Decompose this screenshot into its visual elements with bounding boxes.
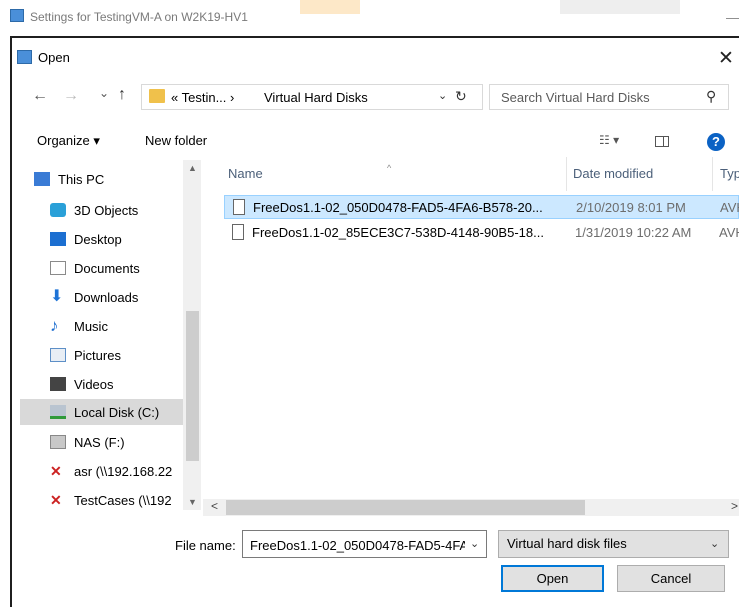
address-dropdown-icon[interactable]: ⌄ [438,89,447,102]
pictures-icon [50,348,66,362]
desktop-icon [50,232,66,246]
download-icon: ⬇ [50,288,64,305]
nav-item-testcases[interactable]: ✕ TestCases (\\192 [50,487,200,513]
settings-app-icon [10,9,24,22]
nav-label: Pictures [74,347,121,363]
column-header-name[interactable]: Name [228,166,263,181]
file-name: FreeDos1.1-02_85ECE3C7-538D-4148-90B5-18… [252,225,544,240]
refresh-button[interactable]: ↻ [455,88,467,105]
organize-button[interactable]: Organize ▾ [37,133,100,149]
file-row[interactable]: FreeDos1.1-02_050D0478-FAD5-4FA6-B578-20… [224,195,739,219]
back-button[interactable]: ← [32,87,48,105]
nav-label: TestCases (\\192 [74,492,172,508]
help-icon[interactable]: ? [707,133,725,151]
cube-icon [50,203,66,217]
close-button[interactable]: ✕ [718,47,734,70]
nav-scroll-thumb[interactable] [186,311,199,461]
file-name: FreeDos1.1-02_050D0478-FAD5-4FA6-B578-20… [253,200,543,215]
sort-ascending-icon: ^ [387,163,392,173]
disconnected-drive-icon: ✕ [50,463,62,479]
cancel-button[interactable]: Cancel [617,565,725,592]
nav-item-pictures[interactable]: Pictures [50,342,200,368]
preview-pane-icon[interactable] [655,136,669,147]
nav-item-desktop[interactable]: Desktop [50,226,200,252]
music-icon: ♪ [50,316,59,335]
nav-item-downloads[interactable]: ⬇ Downloads [50,284,200,310]
nav-label: asr (\\192.168.22 [74,463,173,479]
new-folder-button[interactable]: New folder [145,133,207,148]
file-icon [233,199,245,215]
column-header-type[interactable]: Typ [720,166,739,181]
nav-label: Music [74,318,108,334]
videos-icon [50,377,66,391]
nav-label: Desktop [74,231,122,247]
nav-item-this-pc[interactable]: This PC [34,166,198,192]
nav-label: Downloads [74,289,139,305]
nav-label: Local Disk (C:) [74,404,160,420]
navigation-pane: This PC 3D Objects Desktop Documents ⬇ D… [20,160,203,510]
nav-item-asr[interactable]: ✕ asr (\\192.168.22 [50,458,200,484]
network-drive-icon [50,435,66,449]
nav-label: Videos [74,376,114,392]
nav-label: Documents [74,260,140,276]
forward-button[interactable]: → [63,87,79,105]
nav-item-3d-objects[interactable]: 3D Objects [50,197,200,223]
parent-bar-highlight [300,0,360,14]
column-divider[interactable] [712,157,713,191]
up-button[interactable]: ↑ [118,86,126,104]
nav-label: This PC [58,171,105,187]
document-icon [50,261,66,275]
file-name-label: File name: [175,538,236,553]
nav-item-documents[interactable]: Documents [50,255,200,281]
breadcrumb-current[interactable]: Virtual Hard Disks [264,90,368,105]
file-icon [232,224,244,240]
parent-bar-shade [560,0,680,14]
nav-scroll-down-button[interactable]: ▼ [188,497,197,507]
disconnected-drive-icon: ✕ [50,492,62,508]
file-type-value[interactable]: Virtual hard disk files [507,536,627,551]
nav-item-local-disk[interactable]: Local Disk (C:) [20,399,198,425]
search-placeholder: Search Virtual Hard Disks [501,90,650,105]
file-date: 1/31/2019 10:22 AM [575,225,692,240]
column-divider[interactable] [566,157,567,191]
recent-locations-button[interactable]: ⌄ [99,86,109,100]
nav-item-nas[interactable]: NAS (F:) [50,429,200,455]
file-type: AVH [720,200,739,215]
file-type: AVH [719,225,739,240]
pc-icon [34,172,50,186]
view-options-icon[interactable]: ☷ ▾ [599,133,619,147]
nav-item-music[interactable]: ♪ Music [50,313,200,339]
nav-label: 3D Objects [74,202,139,218]
file-date: 2/10/2019 8:01 PM [576,200,686,215]
file-name-value[interactable]: FreeDos1.1-02_050D0478-FAD5-4FA6-B578-20 [250,538,465,553]
file-list-scroll-thumb[interactable] [226,500,585,515]
scroll-left-button[interactable]: < [211,499,218,513]
search-icon[interactable]: ⚲ [706,88,716,105]
column-header-date[interactable]: Date modified [573,166,653,181]
nav-item-videos[interactable]: Videos [50,371,200,397]
open-button[interactable]: Open [501,565,604,592]
file-type-dropdown-icon[interactable]: ⌄ [710,537,719,550]
file-name-dropdown-icon[interactable]: ⌄ [470,537,479,550]
scroll-right-button[interactable]: > [731,499,738,513]
file-row[interactable]: FreeDos1.1-02_85ECE3C7-538D-4148-90B5-18… [224,221,739,245]
parent-minimize-button[interactable]: — [726,9,739,25]
drive-icon [50,405,66,419]
folder-icon [149,89,165,103]
parent-window-title: Settings for TestingVM-A on W2K19-HV1 [30,10,248,24]
nav-label: NAS (F:) [74,434,125,450]
breadcrumb-parent[interactable]: « Testin... › [171,90,234,105]
nav-scroll-up-button[interactable]: ▲ [188,163,197,173]
open-dialog-icon [17,50,32,64]
dialog-title: Open [38,50,70,65]
